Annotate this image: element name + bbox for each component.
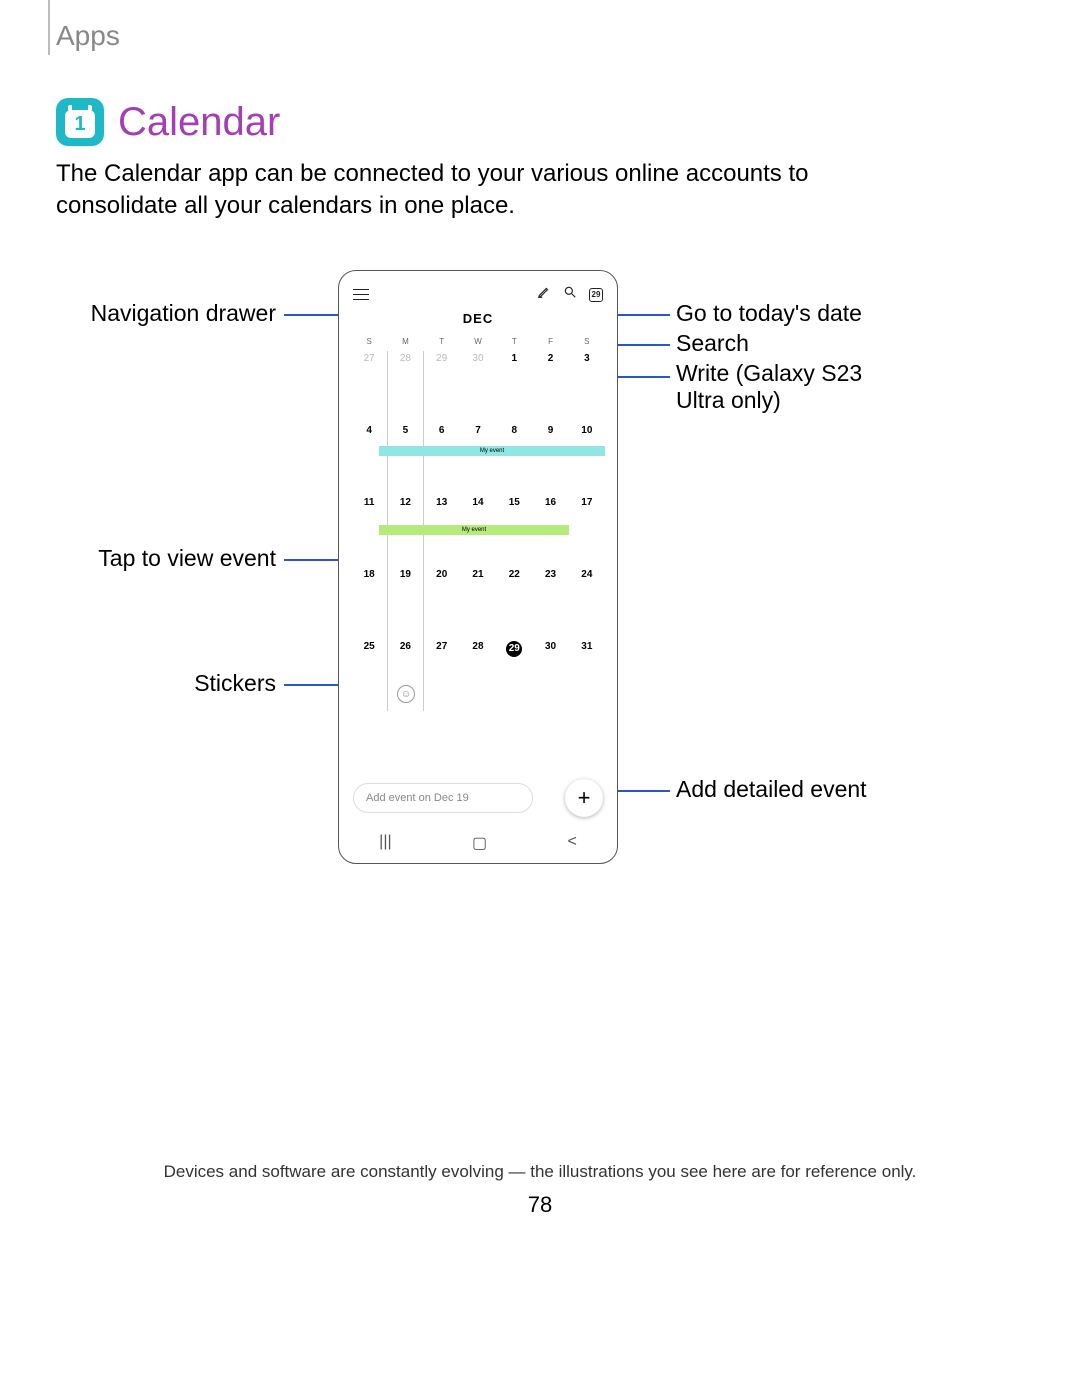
phone-mockup: 29 DEC SMTWTFS 2728293012345678910111213…	[338, 270, 618, 864]
add-event-fab[interactable]: +	[565, 779, 603, 817]
calendar-cell[interactable]: 21	[460, 567, 496, 639]
section-rule	[48, 0, 50, 55]
page-number: 78	[0, 1192, 1080, 1218]
calendar-cell-empty	[424, 711, 460, 783]
android-navbar: ||| ▢ <	[339, 833, 617, 853]
write-icon[interactable]	[537, 285, 551, 304]
calendar-cell[interactable]: 29	[496, 639, 532, 711]
sticker-button[interactable]: ☺	[397, 685, 415, 703]
search-icon[interactable]	[563, 285, 577, 304]
calendar-cell[interactable]: 2	[532, 351, 568, 423]
calendar-cell[interactable]: 8	[496, 423, 532, 495]
recents-icon[interactable]: |||	[379, 833, 391, 853]
calendar-cell[interactable]: 28	[387, 351, 423, 423]
dow-label: T	[424, 337, 460, 346]
calendar-cell[interactable]: 30	[532, 639, 568, 711]
calendar-cell-empty	[460, 711, 496, 783]
calendar-cell[interactable]: 17	[569, 495, 605, 567]
dow-label: W	[460, 337, 496, 346]
calendar-cell[interactable]: 22	[496, 567, 532, 639]
today-icon[interactable]: 29	[589, 288, 603, 302]
calendar-cell[interactable]: 7	[460, 423, 496, 495]
event-bar[interactable]: My event	[379, 525, 569, 535]
calendar-cell-empty	[387, 711, 423, 783]
calendar-cell-empty	[532, 711, 568, 783]
calendar-cell[interactable]: 3	[569, 351, 605, 423]
calendar-cell[interactable]: 6	[424, 423, 460, 495]
calendar-cell[interactable]: 1	[496, 351, 532, 423]
day-of-week-row: SMTWTFS	[351, 337, 605, 346]
leader-line	[618, 344, 670, 346]
calendar-cell[interactable]: 28	[460, 639, 496, 711]
calendar-cell-empty	[569, 711, 605, 783]
dow-label: T	[496, 337, 532, 346]
quick-add-input[interactable]: Add event on Dec 19	[353, 783, 533, 813]
calendar-cell[interactable]: 19	[387, 567, 423, 639]
calendar-grid[interactable]: 2728293012345678910111213141516171819202…	[351, 351, 605, 783]
calendar-cell[interactable]: 10	[569, 423, 605, 495]
calendar-cell[interactable]: 31	[569, 639, 605, 711]
annotated-diagram: Navigation drawer Tap to view event Stic…	[56, 260, 936, 900]
phone-topbar: 29	[353, 285, 603, 304]
calendar-cell[interactable]: 24	[569, 567, 605, 639]
page-title: Calendar	[118, 100, 280, 145]
callout-today: Go to today's date	[676, 300, 862, 327]
event-bar[interactable]: My event	[379, 446, 605, 456]
hamburger-icon[interactable]	[353, 289, 369, 301]
footnote: Devices and software are constantly evol…	[0, 1162, 1080, 1182]
calendar-cell[interactable]: 27	[351, 351, 387, 423]
callout-stickers: Stickers	[56, 670, 276, 697]
month-label: DEC	[339, 311, 617, 326]
calendar-cell[interactable]: 5	[387, 423, 423, 495]
callout-add-detailed: Add detailed event	[676, 776, 867, 803]
callout-nav-drawer: Navigation drawer	[56, 300, 276, 327]
calendar-cell[interactable]: 20	[424, 567, 460, 639]
calendar-cell[interactable]: 30	[460, 351, 496, 423]
dow-label: F	[532, 337, 568, 346]
calendar-app-icon	[56, 98, 104, 146]
dow-label: M	[387, 337, 423, 346]
calendar-cell-empty	[496, 711, 532, 783]
calendar-cell[interactable]: 18	[351, 567, 387, 639]
callout-write: Write (Galaxy S23 Ultra only)	[676, 360, 876, 414]
calendar-cell[interactable]: 23	[532, 567, 568, 639]
home-icon[interactable]: ▢	[472, 833, 487, 853]
dow-label: S	[351, 337, 387, 346]
title-row: Calendar	[56, 98, 280, 146]
callout-search: Search	[676, 330, 749, 357]
calendar-cell[interactable]: 4	[351, 423, 387, 495]
calendar-cell[interactable]: 27	[424, 639, 460, 711]
calendar-cell[interactable]: 29	[424, 351, 460, 423]
callout-tap-event: Tap to view event	[56, 545, 276, 572]
calendar-cell[interactable]: 25	[351, 639, 387, 711]
dow-label: S	[569, 337, 605, 346]
calendar-cell-empty	[351, 711, 387, 783]
breadcrumb: Apps	[56, 20, 120, 52]
intro-text: The Calendar app can be connected to you…	[56, 158, 926, 223]
back-icon[interactable]: <	[567, 833, 576, 853]
calendar-cell[interactable]: 9	[532, 423, 568, 495]
